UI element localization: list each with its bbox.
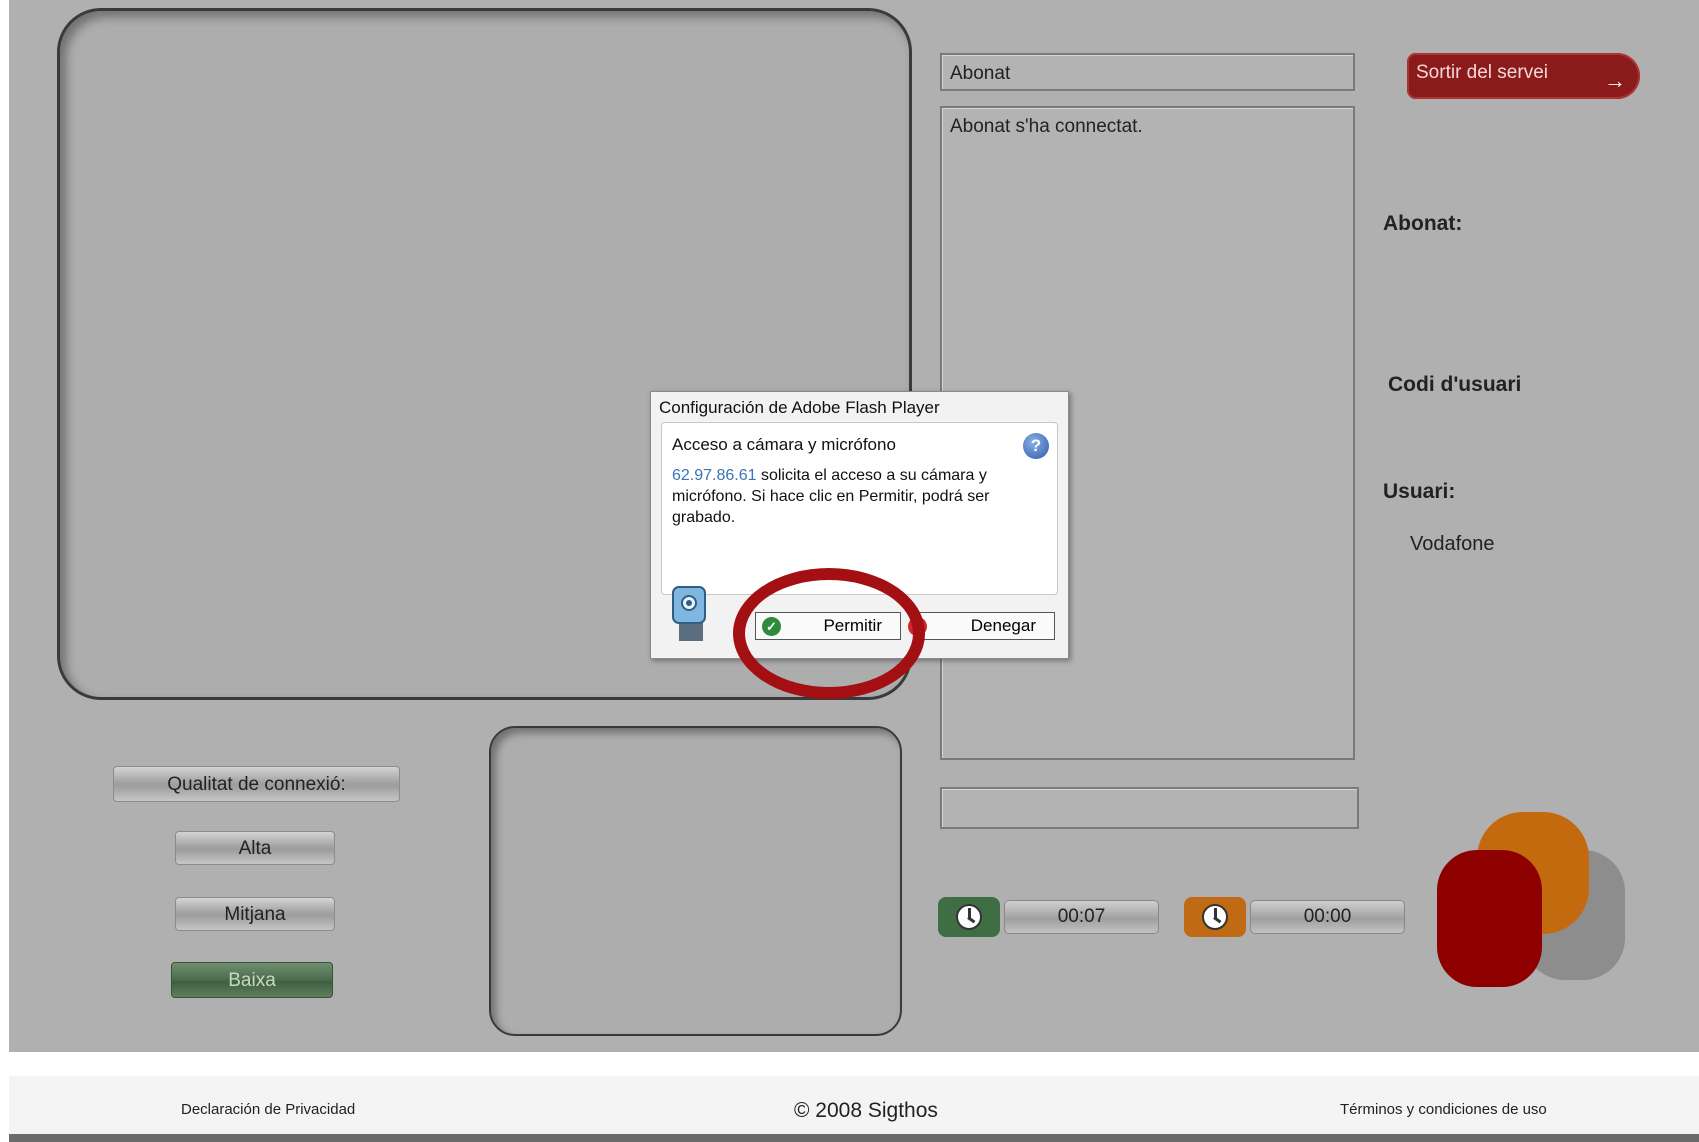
- clock-icon: [1184, 897, 1246, 937]
- footer: Declaración de Privacidad © 2008 Sigthos…: [9, 1076, 1699, 1136]
- user-label: Usuari:: [1383, 480, 1456, 503]
- deny-label: Denegar: [970, 616, 1036, 635]
- user-code-label: Codi d'usuari: [1388, 373, 1522, 396]
- call-timer-value: 00:07: [1004, 900, 1159, 934]
- highlight-circle: [733, 568, 925, 699]
- quality-alta-button[interactable]: Alta: [175, 831, 335, 865]
- wait-timer-value: 00:00: [1250, 900, 1405, 934]
- exit-button-label: Sortir del servei: [1416, 62, 1548, 83]
- privacy-link[interactable]: Declaración de Privacidad: [181, 1101, 355, 1118]
- help-icon[interactable]: ?: [1023, 433, 1049, 459]
- dialog-title: Configuración de Adobe Flash Player: [659, 398, 940, 417]
- connection-quality-header: Qualitat de connexió:: [113, 766, 400, 802]
- chat-input[interactable]: [940, 787, 1359, 829]
- local-video-area: [489, 726, 902, 1036]
- requesting-ip: 62.97.86.61: [672, 467, 757, 484]
- chat-message: Abonat s'ha connectat.: [950, 116, 1143, 137]
- dialog-content: Acceso a cámara y micrófono ? 62.97.86.6…: [661, 422, 1058, 595]
- call-timer: 00:07: [938, 897, 1163, 937]
- exit-service-button[interactable]: Sortir del servei →: [1407, 53, 1640, 99]
- dialog-heading: Acceso a cámara y micrófono: [672, 435, 896, 454]
- copyright-text: © 2008 Sigthos: [794, 1099, 938, 1122]
- logo-red-shape: [1437, 850, 1542, 987]
- terms-link[interactable]: Términos y condiciones de uso: [1340, 1101, 1547, 1118]
- deny-button[interactable]: − Denegar: [908, 612, 1055, 640]
- dialog-message: 62.97.86.61 solicita el acceso a su cáma…: [672, 465, 1022, 528]
- footer-bar: [9, 1134, 1699, 1142]
- abonat-label: Abonat:: [1383, 212, 1463, 235]
- user-value: Vodafone: [1410, 533, 1495, 555]
- clock-icon: [938, 897, 1000, 937]
- wait-timer: 00:00: [1184, 897, 1409, 937]
- brand-logo: [1437, 812, 1625, 987]
- quality-mitjana-button[interactable]: Mitjana: [175, 897, 335, 931]
- quality-baixa-button[interactable]: Baixa: [171, 962, 333, 998]
- remote-name-field: Abonat: [940, 53, 1355, 91]
- exit-door-icon: →: [1604, 68, 1626, 93]
- webcam-icon: [672, 586, 706, 641]
